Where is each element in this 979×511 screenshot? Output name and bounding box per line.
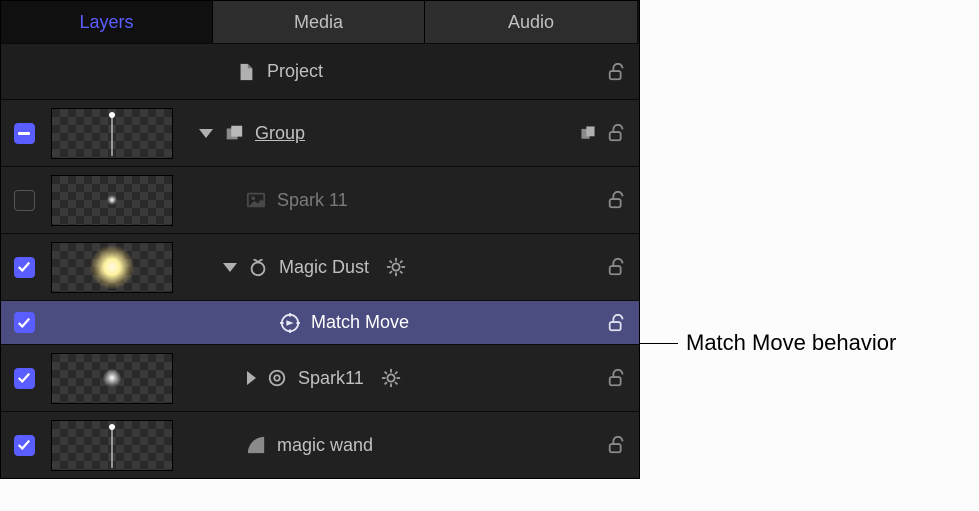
- callout-text: Match Move behavior: [686, 330, 896, 356]
- callout: Match Move behavior: [640, 330, 896, 356]
- file-icon: [235, 61, 257, 83]
- row-group[interactable]: Group: [1, 99, 639, 166]
- lock-icon[interactable]: [605, 366, 629, 390]
- visibility-checkbox[interactable]: [14, 435, 35, 456]
- layer-label: Spark 11: [277, 190, 348, 211]
- tab-audio[interactable]: Audio: [425, 1, 637, 43]
- visibility-checkbox[interactable]: [14, 368, 35, 389]
- visibility-checkbox[interactable]: [14, 123, 35, 144]
- layer-label: Magic Dust: [279, 257, 369, 278]
- disclosure-triangle[interactable]: [247, 371, 256, 385]
- layers-panel: Layers Media Audio Project: [0, 0, 640, 479]
- project-label: Project: [267, 61, 323, 82]
- thumbnail[interactable]: [51, 420, 173, 471]
- group-icon: [223, 122, 245, 144]
- row-magic-wand[interactable]: magic wand: [1, 411, 639, 478]
- disclosure-triangle[interactable]: [199, 129, 213, 138]
- lock-icon[interactable]: [605, 433, 629, 457]
- thumbnail[interactable]: [51, 108, 173, 159]
- thumbnail[interactable]: [51, 175, 173, 226]
- tab-layers[interactable]: Layers: [1, 1, 213, 43]
- row-project[interactable]: Project: [1, 43, 639, 99]
- lock-icon[interactable]: [605, 188, 629, 212]
- lock-icon[interactable]: [605, 121, 629, 145]
- row-match-move[interactable]: Match Move: [1, 300, 639, 344]
- visibility-checkbox[interactable]: [14, 257, 35, 278]
- row-magic-dust[interactable]: Magic Dust: [1, 233, 639, 300]
- lock-icon[interactable]: [605, 311, 629, 335]
- group-label[interactable]: Group: [255, 123, 305, 144]
- gear-icon[interactable]: [385, 256, 407, 278]
- callout-line: [640, 343, 678, 344]
- visibility-checkbox[interactable]: [14, 190, 35, 211]
- gear-icon[interactable]: [380, 367, 402, 389]
- lock-icon[interactable]: [605, 255, 629, 279]
- thumbnail[interactable]: [51, 353, 173, 404]
- particle-emitter-icon: [247, 256, 269, 278]
- row-spark11-emitter[interactable]: Spark11: [1, 344, 639, 411]
- row-spark11-image[interactable]: Spark 11: [1, 166, 639, 233]
- thumbnail[interactable]: [51, 242, 173, 293]
- behavior-label: Match Move: [311, 312, 409, 333]
- layer-label: Spark11: [298, 368, 364, 389]
- layer-label: magic wand: [277, 435, 373, 456]
- visibility-checkbox[interactable]: [14, 312, 35, 333]
- behavior-icon: [279, 312, 301, 334]
- emitter-icon: [266, 367, 288, 389]
- isolate-icon[interactable]: [577, 122, 599, 144]
- lock-icon[interactable]: [605, 60, 629, 84]
- panel-tabs: Layers Media Audio: [1, 1, 639, 43]
- tab-media[interactable]: Media: [213, 1, 425, 43]
- shape-icon: [245, 434, 267, 456]
- disclosure-triangle[interactable]: [223, 263, 237, 272]
- image-icon: [245, 189, 267, 211]
